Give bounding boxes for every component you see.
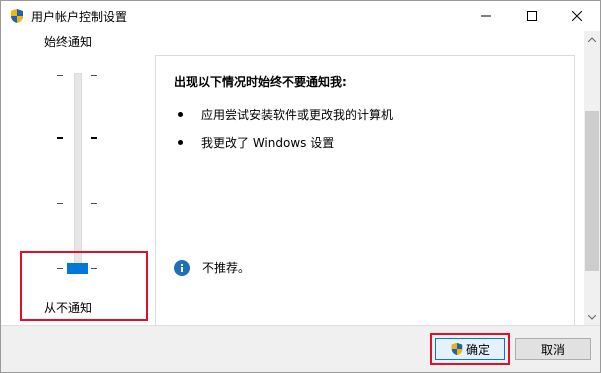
title-bar: 用户帐户控制设置 (1, 1, 600, 31)
recommendation-row: 不推荐。 (174, 259, 250, 276)
slider-track[interactable] (74, 73, 82, 271)
window-title: 用户帐户控制设置 (31, 10, 128, 24)
chevron-down-icon (588, 314, 596, 320)
slider-tick (91, 203, 97, 204)
maximize-icon (527, 11, 537, 21)
bullet-icon (178, 140, 183, 145)
slider-tick (57, 203, 63, 204)
slider-top-label: 始终通知 (44, 35, 93, 49)
uac-settings-window: 用户帐户控制设置 始终通知 从不通知 出现以下情况时始终不要通知我: 应用尝试安… (0, 0, 601, 373)
close-icon (572, 11, 582, 21)
minimize-icon (481, 15, 491, 17)
slider-tick (57, 137, 63, 139)
list-item: 我更改了 Windows 设置 (178, 134, 334, 151)
vertical-scrollbar[interactable] (584, 31, 600, 325)
close-button[interactable] (554, 1, 600, 31)
scroll-up-button[interactable] (584, 31, 600, 47)
dialog-footer: 确定 取消 (1, 325, 600, 372)
uac-shield-icon (11, 9, 23, 23)
info-icon (174, 259, 190, 276)
minimize-button[interactable] (463, 1, 509, 31)
highlight-box-ok (430, 333, 510, 365)
description-heading: 出现以下情况时始终不要通知我: (174, 75, 347, 89)
slider-tick (91, 137, 97, 139)
slider-tick (91, 75, 97, 76)
list-item: 应用尝试安装软件或更改我的计算机 (178, 106, 393, 123)
cancel-button[interactable]: 取消 (515, 338, 591, 360)
recommendation-text: 不推荐。 (202, 261, 251, 275)
description-panel: 出现以下情况时始终不要通知我: 应用尝试安装软件或更改我的计算机 我更改了 Wi… (155, 55, 575, 325)
cancel-button-label: 取消 (540, 342, 565, 357)
maximize-button[interactable] (509, 1, 555, 31)
list-item-text: 应用尝试安装软件或更改我的计算机 (201, 108, 394, 122)
slider-tick (57, 75, 63, 76)
scroll-down-button[interactable] (584, 309, 600, 325)
chevron-up-icon (588, 36, 596, 42)
bullet-icon (178, 112, 183, 117)
list-item-text: 我更改了 Windows 设置 (201, 136, 335, 150)
highlight-box-slider (20, 251, 148, 321)
settings-content: 始终通知 从不通知 出现以下情况时始终不要通知我: 应用尝试安装软件或更改我的计… (1, 31, 584, 325)
scroll-thumb[interactable] (585, 111, 599, 271)
